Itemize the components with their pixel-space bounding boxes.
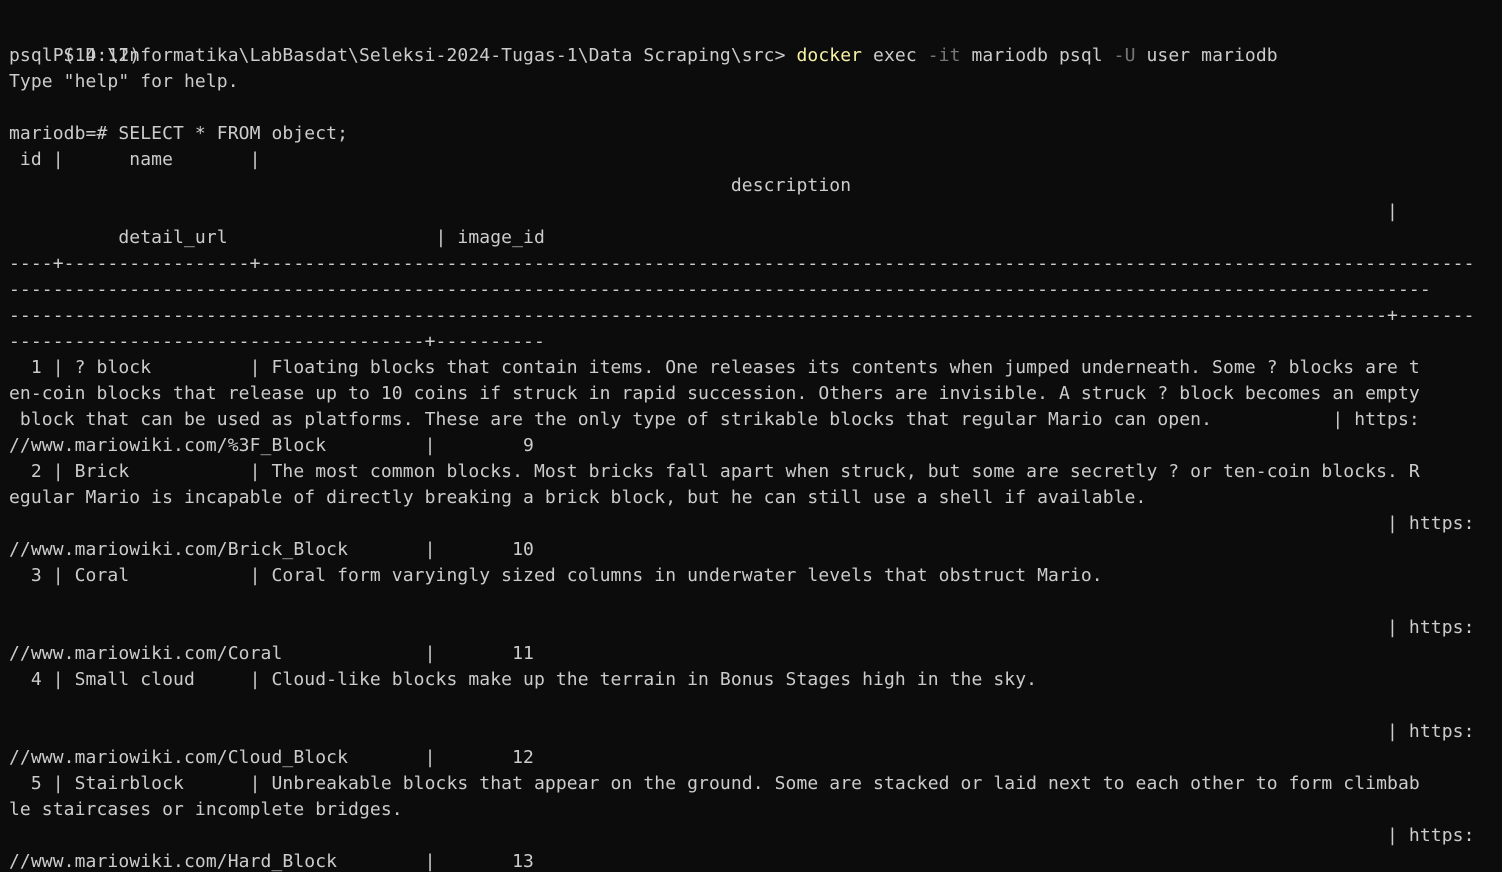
terminal-output-line: 1 | ? block | Floating blocks that conta… (9, 357, 1420, 378)
command-executable: docker (796, 45, 863, 66)
command-argument: mariodb psql (960, 45, 1114, 66)
terminal-output-line: | https: (9, 825, 1475, 846)
terminal-output-line: 3 | Coral | Coral form varyingly sized c… (9, 565, 1103, 586)
terminal-output-line: //www.mariowiki.com/%3F_Block | 9 (9, 435, 534, 456)
command-argument: user mariodb (1135, 45, 1278, 66)
command-flag: -it (927, 45, 961, 66)
terminal-output-line: ----------------------------------------… (9, 305, 1475, 326)
terminal-output-line: ----+-----------------+-----------------… (9, 253, 1475, 274)
terminal-output-line: | https: (9, 721, 1475, 742)
terminal-output-line: en-coin blocks that release up to 10 coi… (9, 383, 1420, 404)
terminal-output-line: | https: (9, 513, 1475, 534)
terminal-output-line: //www.mariowiki.com/Cloud_Block | 12 (9, 747, 534, 768)
terminal-output-line: 2 | Brick | The most common blocks. Most… (9, 461, 1420, 482)
terminal-output-line: //www.mariowiki.com/Hard_Block | 13 (9, 851, 534, 872)
terminal-window[interactable]: PS D:\Informatika\LabBasdat\Seleksi-2024… (0, 0, 1502, 872)
command-line: PS D:\Informatika\LabBasdat\Seleksi-2024… (9, 17, 1278, 66)
terminal-output-line: 4 | Small cloud | Cloud-like blocks make… (9, 669, 1038, 690)
terminal-output-line: 5 | Stairblock | Unbreakable blocks that… (9, 773, 1420, 794)
terminal-output-line: egular Mario is incapable of directly br… (9, 487, 1147, 508)
terminal-output-line: ----------------------------------------… (9, 279, 1431, 300)
terminal-output-line: //www.mariowiki.com/Brick_Block | 10 (9, 539, 534, 560)
terminal-output-line: | https: (9, 617, 1475, 638)
terminal-output-line: | (9, 201, 1398, 222)
shell-prompt: PS D:\Informatika\LabBasdat\Seleksi-2024… (52, 45, 797, 66)
command-argument: exec (862, 45, 928, 66)
terminal-output-line: Type "help" for help. (9, 71, 239, 92)
terminal-output-line: le staircases or incomplete bridges. (9, 799, 403, 820)
terminal-output-line: description (9, 175, 852, 196)
terminal-output-line: //www.mariowiki.com/Coral | 11 (9, 643, 534, 664)
terminal-output-line: detail_url | image_id (9, 227, 545, 248)
terminal-output-line: psql (14.12) (9, 45, 141, 66)
terminal-output-line: block that can be used as platforms. The… (9, 409, 1420, 430)
command-flag: -U (1113, 45, 1136, 66)
terminal-output-line: --------------------------------------+-… (9, 331, 545, 352)
terminal-output-line: mariodb=# SELECT * FROM object; (9, 123, 349, 144)
terminal-output-line: id | name | (9, 149, 261, 170)
